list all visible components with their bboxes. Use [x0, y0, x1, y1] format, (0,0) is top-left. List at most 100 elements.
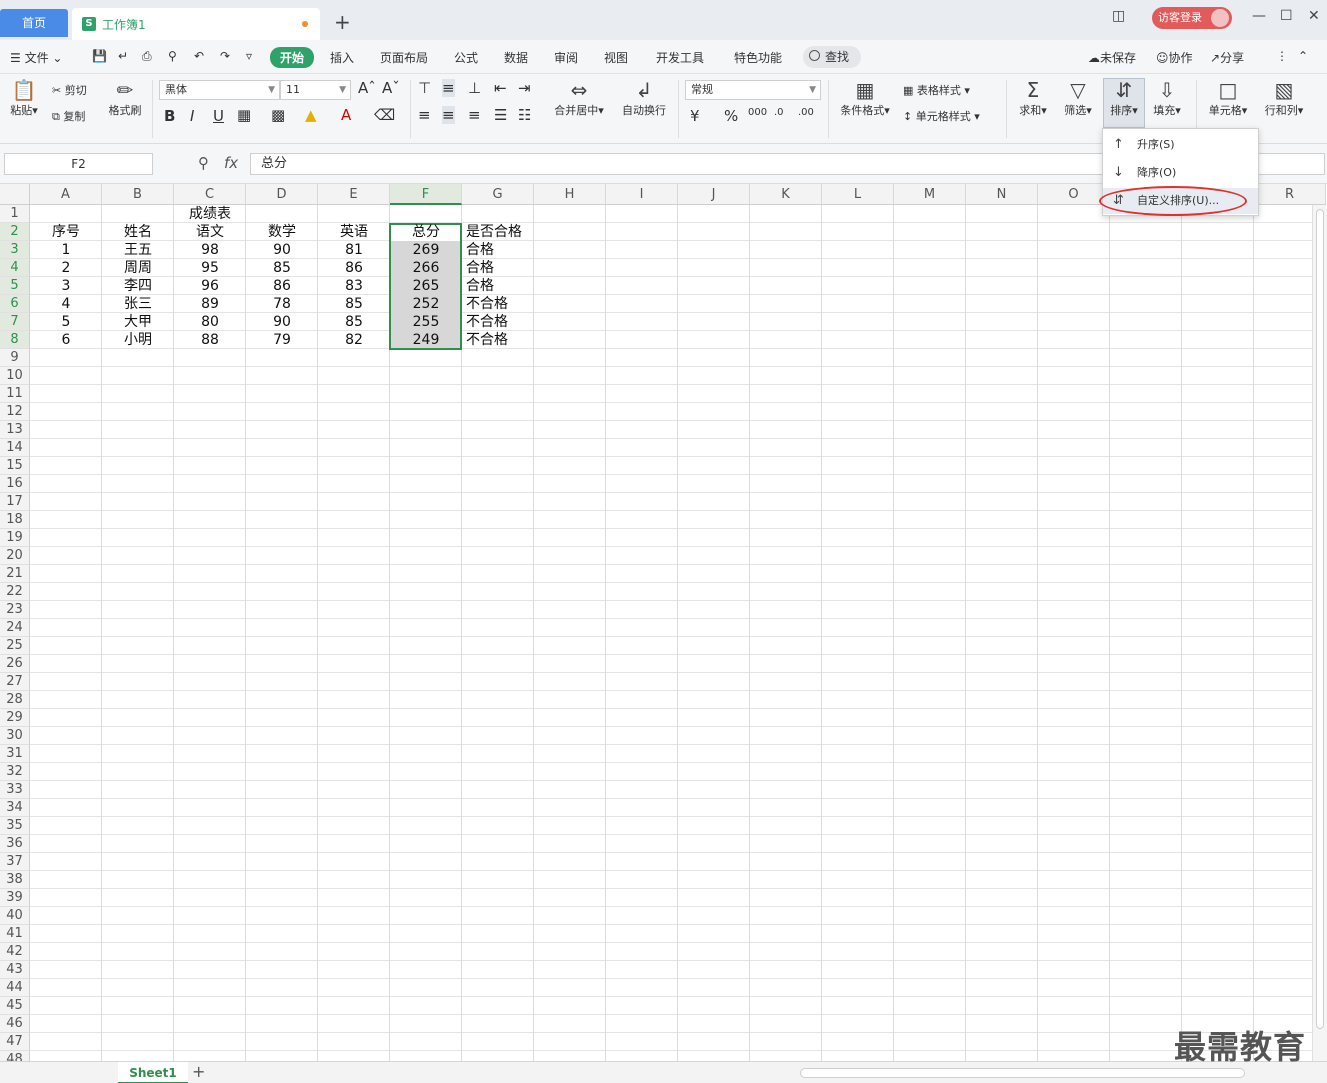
align-bottom-icon[interactable]: ⊥: [468, 79, 481, 97]
table-cell[interactable]: 2: [30, 259, 102, 277]
row-header-22[interactable]: 22: [0, 583, 30, 601]
cut-button[interactable]: ✂ 剪切: [52, 82, 87, 98]
table-cell[interactable]: 序号: [30, 223, 102, 241]
fx-icon[interactable]: fx: [224, 154, 238, 172]
increase-decimal-icon[interactable]: .0: [774, 107, 784, 118]
close-icon[interactable]: ✕: [1308, 8, 1320, 24]
row-header-17[interactable]: 17: [0, 493, 30, 511]
align-left-icon[interactable]: ≡: [418, 106, 431, 124]
menu-start[interactable]: 开始: [270, 47, 315, 68]
menu-formula[interactable]: 公式: [454, 49, 478, 66]
table-cell[interactable]: 85: [318, 295, 390, 313]
table-cell[interactable]: 是否合格: [466, 223, 538, 241]
table-cell[interactable]: 88: [174, 331, 246, 349]
row-header-43[interactable]: 43: [0, 961, 30, 979]
row-header-44[interactable]: 44: [0, 979, 30, 997]
sort-button[interactable]: ⇵ 排序▾: [1104, 78, 1144, 118]
quick-access-more-icon[interactable]: ▿: [246, 49, 252, 63]
tab-workbook[interactable]: S 工作簿1: [72, 8, 320, 40]
table-cell[interactable]: 89: [174, 295, 246, 313]
table-cell[interactable]: 合格: [466, 241, 538, 259]
menu-special[interactable]: 特色功能: [734, 49, 782, 66]
print-icon[interactable]: ⎙: [142, 49, 152, 64]
justify-icon[interactable]: ☰: [494, 106, 507, 124]
row-header-4[interactable]: 4: [0, 259, 30, 277]
row-header-8[interactable]: 8: [0, 331, 30, 349]
underline-icon[interactable]: U: [213, 107, 224, 125]
zoom-icon[interactable]: ⚲: [198, 154, 209, 172]
row-header-12[interactable]: 12: [0, 403, 30, 421]
table-cell[interactable]: 1: [30, 241, 102, 259]
table-cell[interactable]: 数学: [246, 223, 318, 241]
row-header-37[interactable]: 37: [0, 853, 30, 871]
row-header-19[interactable]: 19: [0, 529, 30, 547]
table-cell[interactable]: 85: [318, 313, 390, 331]
print-preview-icon[interactable]: ⚲: [168, 49, 177, 63]
row-header-26[interactable]: 26: [0, 655, 30, 673]
row-header-9[interactable]: 9: [0, 349, 30, 367]
cell-grid[interactable]: 成绩表 序号 姓名 语文 数学 英语 总分 是否合格 1 王五 98 90 81 269 合格 2 周周 95 8…: [30, 205, 1312, 1061]
collab-button[interactable]: ☺协作: [1156, 49, 1193, 66]
row-header-28[interactable]: 28: [0, 691, 30, 709]
row-header-2[interactable]: 2: [0, 223, 30, 241]
table-cell[interactable]: 86: [246, 277, 318, 295]
row-header-38[interactable]: 38: [0, 871, 30, 889]
column-header-d[interactable]: D: [246, 184, 318, 205]
row-header-3[interactable]: 3: [0, 241, 30, 259]
row-header-36[interactable]: 36: [0, 835, 30, 853]
row-header-33[interactable]: 33: [0, 781, 30, 799]
table-cell[interactable]: 252: [390, 295, 462, 313]
menu-page-layout[interactable]: 页面布局: [380, 49, 428, 66]
table-cell[interactable]: 90: [246, 313, 318, 331]
align-center-icon[interactable]: ≡: [442, 106, 455, 124]
column-header-a[interactable]: A: [30, 184, 102, 205]
table-cell[interactable]: 95: [174, 259, 246, 277]
table-cell[interactable]: 96: [174, 277, 246, 295]
row-header-27[interactable]: 27: [0, 673, 30, 691]
row-header-30[interactable]: 30: [0, 727, 30, 745]
row-header-41[interactable]: 41: [0, 925, 30, 943]
table-cell[interactable]: 3: [30, 277, 102, 295]
table-cell[interactable]: 90: [246, 241, 318, 259]
sum-button[interactable]: Σ 求和▾: [1014, 78, 1052, 118]
export-icon[interactable]: ↵: [118, 49, 128, 63]
window-layout-icon[interactable]: ◫: [1112, 8, 1125, 24]
column-header-l[interactable]: L: [822, 184, 894, 205]
table-cell[interactable]: 81: [318, 241, 390, 259]
row-header-32[interactable]: 32: [0, 763, 30, 781]
save-icon[interactable]: 💾: [92, 49, 107, 63]
share-button[interactable]: ↗分享: [1210, 49, 1244, 66]
column-header-r[interactable]: R: [1254, 184, 1326, 205]
table-cell[interactable]: 合格: [466, 277, 538, 295]
row-header-47[interactable]: 47: [0, 1033, 30, 1051]
name-box[interactable]: F2: [4, 153, 153, 175]
new-tab-icon[interactable]: +: [334, 10, 351, 34]
column-header-g[interactable]: G: [462, 184, 534, 205]
column-header-m[interactable]: M: [894, 184, 966, 205]
menu-insert[interactable]: 插入: [330, 49, 354, 66]
add-sheet-icon[interactable]: +: [192, 1062, 205, 1081]
table-cell[interactable]: 82: [318, 331, 390, 349]
visitor-login-button[interactable]: 访客登录: [1152, 7, 1232, 29]
copy-button[interactable]: ⧉ 复制: [52, 108, 85, 124]
column-header-f[interactable]: F: [390, 184, 462, 205]
table-cell[interactable]: 265: [390, 277, 462, 295]
menu-view[interactable]: 视图: [604, 49, 628, 66]
row-header-7[interactable]: 7: [0, 313, 30, 331]
row-header-23[interactable]: 23: [0, 601, 30, 619]
conditional-format-button[interactable]: ▦ 条件格式▾: [834, 78, 896, 118]
row-header-24[interactable]: 24: [0, 619, 30, 637]
fill-color-icon[interactable]: ▲: [305, 106, 317, 124]
bold-icon[interactable]: B: [164, 107, 175, 125]
row-header-42[interactable]: 42: [0, 943, 30, 961]
menu-file[interactable]: ☰ 文件 ⌄: [10, 49, 62, 66]
row-header-35[interactable]: 35: [0, 817, 30, 835]
more-options-icon[interactable]: ⋮: [1276, 49, 1288, 63]
table-cell[interactable]: 语文: [174, 223, 246, 241]
table-cell[interactable]: 98: [174, 241, 246, 259]
decrease-decimal-icon[interactable]: .00: [798, 107, 814, 118]
row-header-25[interactable]: 25: [0, 637, 30, 655]
select-all-corner[interactable]: [0, 184, 30, 205]
table-cell[interactable]: 85: [246, 259, 318, 277]
row-header-11[interactable]: 11: [0, 385, 30, 403]
